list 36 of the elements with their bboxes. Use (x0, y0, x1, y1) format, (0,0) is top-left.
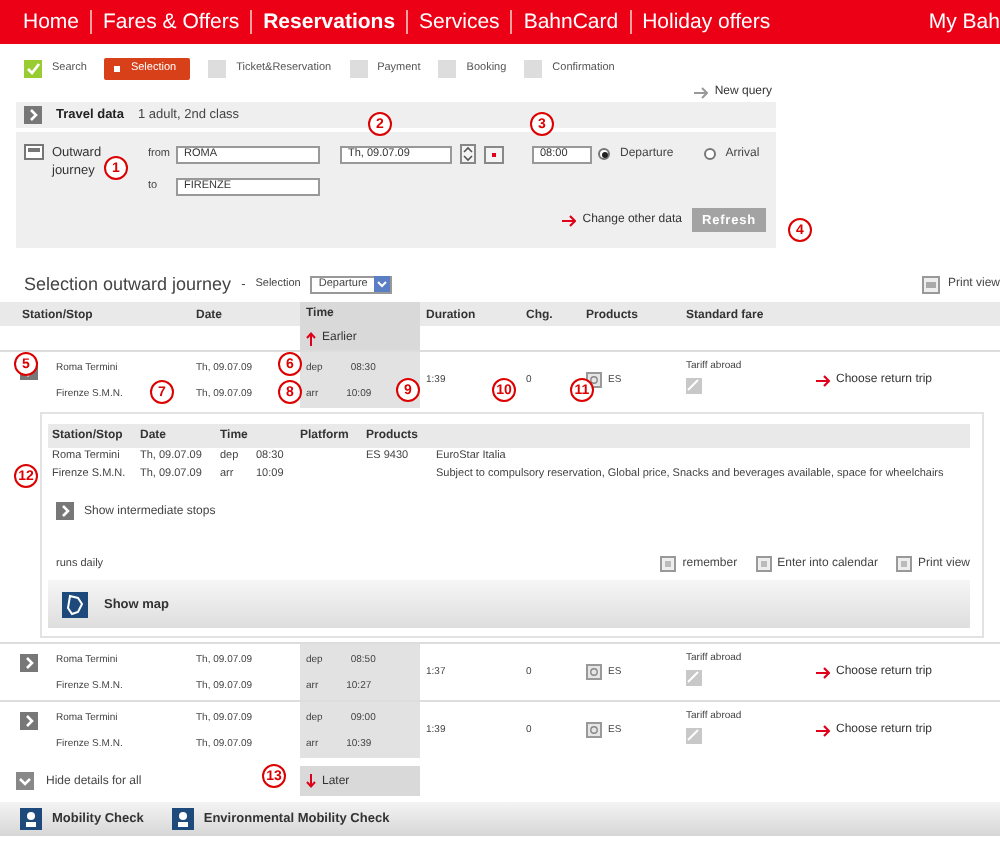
info-icon (586, 372, 602, 388)
arrow-icon (816, 373, 830, 387)
info-icon (586, 664, 602, 680)
arrow-icon (694, 85, 709, 99)
section-title: Selection outward journey (24, 274, 232, 294)
fare-icon (686, 728, 702, 744)
account-link[interactable]: My Bah (928, 10, 1000, 34)
expand-icon (24, 106, 42, 124)
fare-icon (686, 670, 702, 686)
chevron-down-icon (373, 276, 390, 292)
nav-link[interactable]: Home (12, 10, 91, 34)
expand-icon (20, 712, 38, 730)
info-icon (586, 722, 602, 738)
radio-button[interactable] (703, 148, 716, 160)
train-icon (24, 144, 44, 160)
arrow-down-icon (306, 774, 316, 788)
connection-row[interactable] (0, 350, 1000, 638)
collapse-icon (16, 772, 34, 790)
arrow-icon (816, 665, 830, 679)
person-icon (20, 808, 42, 830)
spinner-icon (460, 144, 476, 164)
nav-link[interactable]: Reservations (250, 10, 407, 34)
radio-button[interactable] (598, 148, 610, 160)
nav-link[interactable]: Services (406, 10, 511, 34)
arrow-icon (816, 723, 830, 737)
expand-icon (20, 654, 38, 672)
expand-icon (56, 502, 74, 520)
printer-icon (895, 556, 912, 572)
printer-icon (921, 275, 940, 293)
arrow-icon (562, 213, 577, 227)
nav-link[interactable]: BahnCard (510, 10, 630, 34)
map-icon (62, 591, 88, 617)
nav-link[interactable]: Holiday offers (629, 10, 782, 34)
arrow-up-icon (306, 331, 316, 345)
nav-link[interactable]: Fares & Offers (90, 10, 251, 34)
fare-icon (686, 378, 702, 394)
